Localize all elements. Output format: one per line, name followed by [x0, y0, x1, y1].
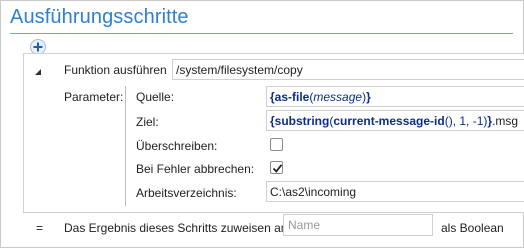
- execution-steps-panel: Ausführungsschritte Funktion ausführen /…: [0, 0, 524, 248]
- function-label: Funktion ausführen: [64, 63, 167, 77]
- result-type-label: als Boolean: [441, 221, 504, 235]
- expr-function: substring: [274, 114, 330, 128]
- function-path-field[interactable]: /system/filesystem/copy: [172, 59, 524, 80]
- expr-function: as-file: [274, 90, 310, 104]
- abort-on-error-label: Bei Fehler abbrechen:: [136, 162, 255, 176]
- parameters-label: Parameter:: [64, 90, 124, 104]
- target-label: Ziel:: [136, 115, 159, 129]
- expr-arguments: , 1, -1: [452, 114, 484, 128]
- assign-result-label: Das Ergebnis dieses Schritts zuweisen an: [64, 221, 288, 235]
- expr-brace-close: }: [366, 90, 371, 104]
- working-dir-field[interactable]: C:\as2\incoming: [266, 181, 524, 202]
- expr-argument: message: [313, 90, 363, 104]
- overwrite-label: Überschreiben:: [136, 139, 218, 153]
- source-label: Quelle:: [136, 90, 175, 104]
- source-field[interactable]: {as-file(message)}: [266, 86, 524, 107]
- checkmark-icon: [272, 164, 283, 173]
- target-field[interactable]: {substring(current-message-id(), 1, -1)}…: [266, 110, 524, 131]
- abort-on-error-checkbox[interactable]: [270, 161, 283, 174]
- parameters-divider: [125, 86, 126, 206]
- assign-equals-symbol: =: [36, 221, 44, 235]
- page-title: Ausführungsschritte: [10, 6, 189, 28]
- working-dir-label: Arbeitsverzeichnis:: [136, 186, 237, 200]
- overwrite-checkbox[interactable]: [270, 138, 283, 151]
- collapse-triangle-icon[interactable]: [34, 68, 42, 76]
- expr-inner-function: current-message-id: [333, 114, 445, 128]
- expr-inner-parens: (): [444, 114, 453, 128]
- title-divider: [10, 33, 513, 34]
- plus-circle-icon: [33, 42, 43, 52]
- result-name-input[interactable]: [283, 214, 433, 236]
- expr-suffix: .msg: [492, 114, 519, 128]
